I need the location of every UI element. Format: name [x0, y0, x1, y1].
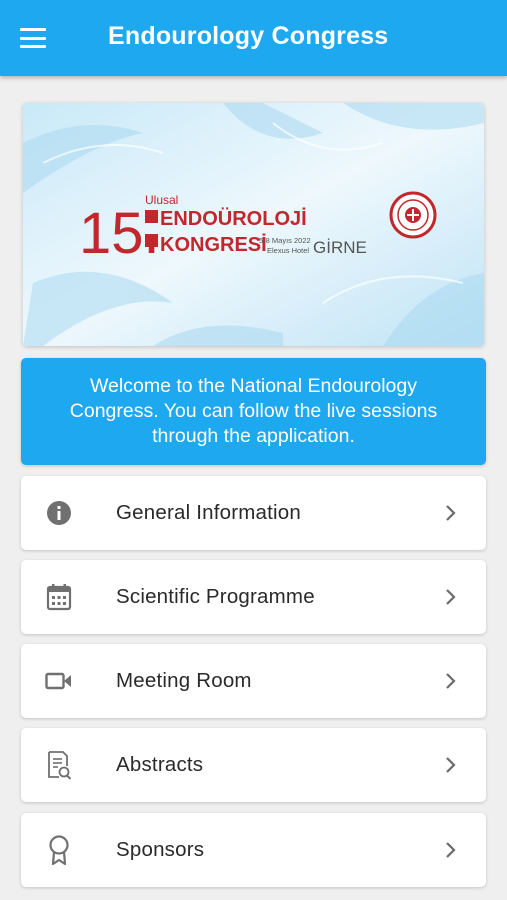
app-title: Endourology Congress: [108, 22, 389, 50]
chevron-right-icon: [446, 505, 456, 521]
welcome-message: Welcome to the National Endourology Cong…: [21, 358, 486, 465]
banner-line1: ENDOÜROLOJİ: [160, 207, 307, 230]
menu-item-label: Abstracts: [116, 753, 204, 776]
chevron-right-icon: [446, 757, 456, 773]
menu-item-label: General Information: [116, 501, 301, 524]
document-search-icon: [45, 751, 73, 780]
menu-item-sponsors[interactable]: Sponsors: [21, 813, 486, 887]
banner-city: GİRNE: [313, 238, 367, 257]
menu-item-abstracts[interactable]: Abstracts: [21, 728, 486, 802]
association-seal-icon: [389, 191, 437, 239]
chevron-right-icon: [446, 673, 456, 689]
video-camera-icon: [45, 667, 73, 695]
banner-venue: Elexus Hotel: [267, 246, 309, 255]
app-bar: Endourology Congress: [0, 0, 507, 76]
menu-item-meeting-room[interactable]: Meeting Room: [21, 644, 486, 718]
award-ribbon-icon: [45, 835, 73, 865]
banner-image: 15. Ulusal ENDOÜROLOJİ KONGRESİ 5-8 Mayı…: [23, 103, 484, 346]
menu-item-label: Meeting Room: [116, 669, 252, 692]
hamburger-menu-icon[interactable]: [20, 27, 46, 49]
menu-item-label: Sponsors: [116, 838, 205, 861]
menu-item-scientific-programme[interactable]: Scientific Programme: [21, 560, 486, 634]
chevron-right-icon: [446, 589, 456, 605]
banner-dates: 5-8 Mayıs 2022: [259, 236, 311, 245]
banner-ulusal: Ulusal: [145, 193, 178, 207]
congress-banner: 15. Ulusal ENDOÜROLOJİ KONGRESİ 5-8 Mayı…: [23, 103, 484, 346]
menu-item-general-information[interactable]: General Information: [21, 476, 486, 550]
menu-item-label: Scientific Programme: [116, 585, 315, 608]
info-icon: [45, 499, 73, 527]
calendar-icon: [45, 583, 73, 611]
banner-line2: KONGRESİ: [160, 233, 267, 256]
chevron-right-icon: [446, 842, 456, 858]
